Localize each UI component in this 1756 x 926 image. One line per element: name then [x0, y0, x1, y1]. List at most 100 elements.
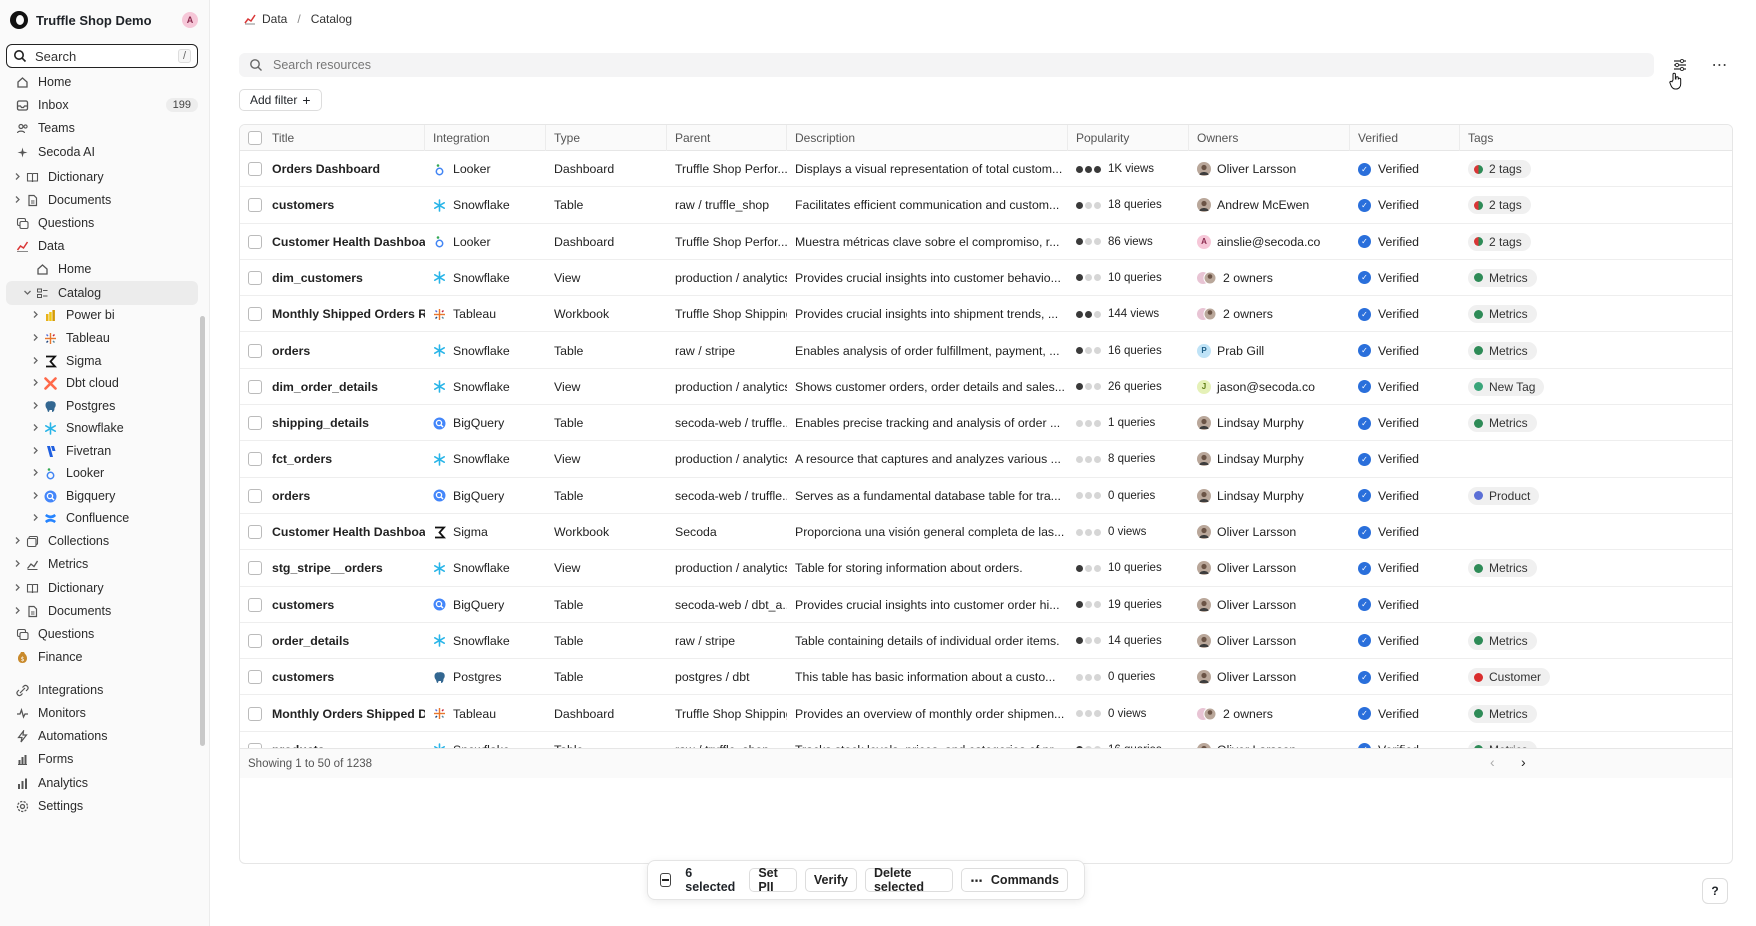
column-header-type[interactable]: Type — [546, 125, 667, 151]
owner-name[interactable]: Oliver Larsson — [1217, 162, 1296, 176]
resource-title[interactable]: dim_customers — [272, 271, 363, 285]
column-header-verified[interactable]: Verified — [1350, 125, 1460, 151]
sidebar-item-integrations[interactable]: Integrations — [0, 678, 210, 702]
sidebar-item-documents[interactable]: Documents — [0, 188, 210, 212]
sidebar-item-postgres[interactable]: Postgres — [0, 394, 210, 418]
sidebar-item-dictionary[interactable]: Dictionary — [0, 576, 210, 600]
breadcrumb-data[interactable]: Data — [262, 12, 287, 26]
column-header-integration[interactable]: Integration — [425, 125, 546, 151]
resource-title[interactable]: customers — [272, 670, 334, 684]
owner-name[interactable]: Oliver Larsson — [1217, 525, 1296, 539]
delete-selected-button[interactable]: Delete selected — [864, 866, 954, 894]
verify-button[interactable]: Verify — [804, 868, 857, 892]
chevron-right-icon[interactable] — [28, 401, 42, 412]
row-checkbox[interactable] — [248, 670, 262, 685]
table-row[interactable]: dim_order_details Snowflake View production… — [240, 369, 1732, 406]
user-avatar[interactable]: A — [182, 12, 198, 28]
chevron-right-icon[interactable]: › — [1521, 754, 1526, 770]
sidebar-item-metrics[interactable]: Metrics — [0, 552, 210, 576]
column-header-title[interactable]: Title — [264, 125, 425, 151]
resource-title[interactable]: Monthly Shipped Orders R... — [272, 307, 425, 321]
resource-title[interactable]: customers — [272, 598, 334, 612]
sidebar-search[interactable]: Search / — [6, 44, 198, 68]
tag-badge[interactable]: New Tag — [1468, 377, 1545, 396]
tag-badge[interactable]: 2 tags — [1468, 232, 1531, 251]
table-row[interactable]: Customer Health Dashboard Sigma Workbook Se… — [240, 514, 1732, 551]
row-checkbox[interactable] — [248, 706, 262, 721]
owner-name[interactable]: ainslie@secoda.co — [1217, 235, 1320, 249]
tag-badge[interactable]: Metrics — [1468, 631, 1537, 650]
workspace-switcher[interactable]: Truffle Shop Demo A — [10, 8, 198, 32]
row-checkbox[interactable] — [248, 416, 262, 431]
chevron-right-icon[interactable] — [28, 378, 42, 389]
table-row[interactable]: Customer Health Dashboard Looker Dashboard… — [240, 224, 1732, 260]
row-checkbox[interactable] — [248, 198, 262, 213]
table-row[interactable]: stg_stripe__orders Snowflake View productio… — [240, 550, 1732, 587]
table-row[interactable]: customers Snowflake Table raw / truffle_sho… — [240, 187, 1732, 224]
resource-title[interactable]: orders — [272, 344, 310, 358]
row-checkbox[interactable] — [248, 307, 262, 322]
sidebar-item-home[interactable]: Home — [0, 70, 210, 94]
sidebar-scrollbar[interactable] — [200, 316, 205, 746]
row-checkbox[interactable] — [248, 162, 262, 176]
tag-badge[interactable]: Customer — [1468, 668, 1551, 687]
chevron-right-icon[interactable] — [28, 356, 42, 367]
chevron-right-icon[interactable] — [10, 536, 24, 547]
sidebar-item-looker[interactable]: Looker — [0, 461, 210, 485]
sidebar-item-home[interactable]: Home — [0, 257, 210, 281]
row-checkbox[interactable] — [248, 597, 262, 612]
sidebar-item-confluence[interactable]: Confluence — [0, 506, 210, 530]
sidebar-item-questions[interactable]: Questions — [0, 622, 210, 646]
chevron-right-icon[interactable] — [28, 423, 42, 434]
row-checkbox[interactable] — [248, 234, 262, 249]
sidebar-item-analytics[interactable]: Analytics — [0, 771, 210, 795]
resource-title[interactable]: Customer Health Dashboard — [272, 525, 425, 539]
resource-title[interactable]: Monthly Orders Shipped D... — [272, 707, 425, 721]
owner-name[interactable]: Andrew McEwen — [1217, 198, 1309, 212]
sidebar-item-forms[interactable]: Forms — [0, 747, 210, 771]
tag-badge[interactable]: 2 tags — [1468, 196, 1531, 215]
sidebar-item-teams[interactable]: Teams — [0, 116, 210, 140]
column-header-description[interactable]: Description — [787, 125, 1068, 151]
sidebar-item-monitors[interactable]: Monitors — [0, 701, 210, 725]
add-filter-button[interactable]: Add filter + — [239, 89, 322, 111]
help-button[interactable]: ? — [1702, 878, 1728, 904]
table-row[interactable]: Orders Dashboard Looker Dashboard Truffle S… — [240, 151, 1732, 188]
owner-name[interactable]: Lindsay Murphy — [1217, 489, 1304, 503]
chevron-right-icon[interactable] — [28, 468, 42, 479]
resource-title[interactable]: order_details — [272, 634, 349, 648]
chevron-left-icon[interactable]: ‹ — [1490, 754, 1495, 770]
table-row[interactable]: Monthly Shipped Orders R... Tableau Workbo… — [240, 296, 1732, 333]
owner-name[interactable]: 2 owners — [1223, 271, 1273, 285]
tag-badge[interactable]: Metrics — [1468, 704, 1537, 723]
owner-name[interactable]: Oliver Larsson — [1217, 634, 1296, 648]
sidebar-item-power-bi[interactable]: Power bi — [0, 303, 210, 327]
row-checkbox[interactable] — [248, 343, 262, 358]
search-input[interactable] — [273, 58, 1644, 72]
sidebar-item-dictionary[interactable]: Dictionary — [0, 165, 210, 189]
table-row[interactable]: order_details Snowflake Table raw / stripe T… — [240, 623, 1732, 660]
tag-badge[interactable]: Metrics — [1468, 341, 1537, 360]
resource-title[interactable]: customers — [272, 198, 334, 212]
sidebar-item-settings[interactable]: Settings — [0, 794, 210, 818]
deselect-checkbox[interactable] — [660, 873, 672, 887]
owner-name[interactable]: jason@secoda.co — [1217, 380, 1315, 394]
resource-title[interactable]: dim_order_details — [272, 380, 378, 394]
chevron-right-icon[interactable] — [28, 491, 42, 502]
table-row[interactable]: Monthly Orders Shipped D... Tableau Dashbo… — [240, 696, 1732, 732]
column-header-parent[interactable]: Parent — [667, 125, 787, 151]
chevron-right-icon[interactable] — [28, 333, 42, 344]
chevron-right-icon[interactable] — [10, 195, 24, 206]
sidebar-item-data[interactable]: Data — [0, 234, 210, 258]
sidebar-item-automations[interactable]: Automations — [0, 724, 210, 748]
table-row[interactable]: dim_customers Snowflake View production / a… — [240, 260, 1732, 297]
row-checkbox[interactable] — [248, 452, 262, 467]
table-row[interactable]: customers Postgres Table postgres / dbt This… — [240, 659, 1732, 696]
resource-title[interactable]: Orders Dashboard — [272, 162, 380, 176]
column-header-popularity[interactable]: Popularity — [1068, 125, 1189, 151]
sidebar-item-bigquery[interactable]: Bigquery — [0, 484, 210, 508]
column-header-owners[interactable]: Owners — [1189, 125, 1350, 151]
tag-badge[interactable]: Product — [1468, 486, 1540, 505]
chevron-right-icon[interactable] — [10, 172, 24, 183]
resource-title[interactable]: shipping_details — [272, 416, 369, 430]
